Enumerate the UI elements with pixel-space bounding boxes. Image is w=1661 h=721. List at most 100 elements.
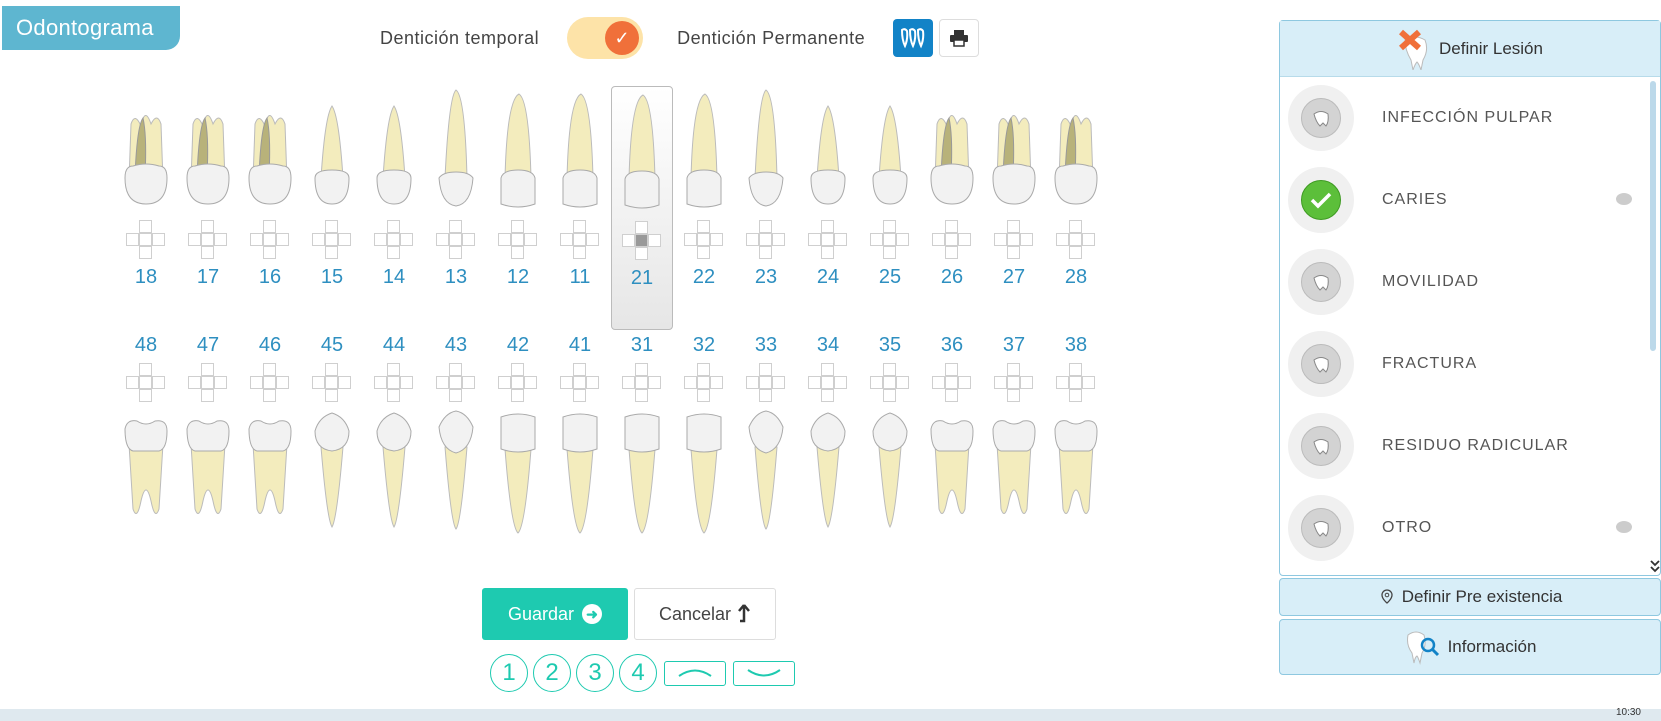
- save-button[interactable]: Guardar ➜: [482, 588, 628, 640]
- tooth-surface-t[interactable]: [945, 363, 958, 376]
- tooth-surface-b[interactable]: [821, 389, 834, 402]
- tooth-surface-t[interactable]: [883, 363, 896, 376]
- tooth-21[interactable]: 21: [611, 86, 673, 330]
- tooth-surface-selector[interactable]: [436, 220, 476, 260]
- tooth-surface-l[interactable]: [498, 376, 511, 389]
- tooth-surface-b[interactable]: [325, 246, 338, 259]
- tooth-surface-t[interactable]: [511, 363, 524, 376]
- tooth-surface-t[interactable]: [697, 220, 710, 233]
- tooth-surface-r[interactable]: [834, 233, 847, 246]
- tooth-surface-r[interactable]: [524, 233, 537, 246]
- tooth-surface-r[interactable]: [524, 376, 537, 389]
- tooth-41[interactable]: 41: [549, 334, 611, 554]
- tooth-surface-c[interactable]: [1069, 376, 1082, 389]
- tooth-surface-t[interactable]: [263, 363, 276, 376]
- tooth-surface-b[interactable]: [697, 246, 710, 259]
- tooth-surface-selector[interactable]: [498, 363, 538, 403]
- tooth-surface-b[interactable]: [573, 389, 586, 402]
- tooth-surface-c[interactable]: [449, 376, 462, 389]
- quadrant-1-button[interactable]: 1: [490, 654, 528, 692]
- tooth-27[interactable]: 27: [983, 86, 1045, 330]
- tooth-surface-t[interactable]: [139, 363, 152, 376]
- upper-arch-button[interactable]: [664, 660, 726, 686]
- tooth-surface-b[interactable]: [449, 246, 462, 259]
- tooth-surface-t[interactable]: [201, 363, 214, 376]
- tooth-surface-r[interactable]: [214, 233, 227, 246]
- tooth-surface-selector[interactable]: [622, 363, 662, 403]
- tooth-31[interactable]: 31: [611, 334, 673, 554]
- tooth-surface-l[interactable]: [374, 376, 387, 389]
- tooth-surface-r[interactable]: [896, 376, 909, 389]
- tooth-surface-r[interactable]: [958, 376, 971, 389]
- tooth-surface-l[interactable]: [870, 233, 883, 246]
- tooth-surface-b[interactable]: [635, 389, 648, 402]
- tooth-surface-selector[interactable]: [374, 220, 414, 260]
- tooth-surface-l[interactable]: [994, 376, 1007, 389]
- tooth-surface-t[interactable]: [387, 220, 400, 233]
- tooth-surface-r[interactable]: [462, 233, 475, 246]
- tooth-surface-l[interactable]: [188, 376, 201, 389]
- tooth-surface-l[interactable]: [746, 376, 759, 389]
- chevron-down-icon[interactable]: [1650, 559, 1660, 573]
- quadrant-4-button[interactable]: 4: [619, 654, 657, 692]
- tooth-surface-t[interactable]: [1069, 363, 1082, 376]
- tooth-surface-selector[interactable]: [932, 363, 972, 403]
- tooth-surface-c[interactable]: [511, 376, 524, 389]
- tooth-surface-selector[interactable]: [250, 363, 290, 403]
- tooth-32[interactable]: 32: [673, 334, 735, 554]
- tooth-surface-t[interactable]: [1007, 363, 1020, 376]
- tooth-surface-selector[interactable]: [188, 220, 228, 260]
- tooth-surface-selector[interactable]: [746, 220, 786, 260]
- comment-icon[interactable]: [1616, 193, 1632, 205]
- tooth-surface-r[interactable]: [276, 376, 289, 389]
- tooth-surface-selector[interactable]: [994, 220, 1034, 260]
- tooth-surface-b[interactable]: [945, 389, 958, 402]
- lesion-item[interactable]: RESIDUO RADICULAR: [1280, 405, 1660, 487]
- tooth-surface-c[interactable]: [1069, 233, 1082, 246]
- tooth-26[interactable]: 26: [921, 86, 983, 330]
- tooth-surface-r[interactable]: [400, 233, 413, 246]
- tooth-surface-selector[interactable]: [1056, 363, 1096, 403]
- tooth-surface-c[interactable]: [883, 376, 896, 389]
- tooth-surface-l[interactable]: [126, 376, 139, 389]
- tooth-surface-b[interactable]: [759, 246, 772, 259]
- lesion-item[interactable]: CARIES: [1280, 159, 1660, 241]
- tooth-surface-r[interactable]: [400, 376, 413, 389]
- comment-icon[interactable]: [1616, 521, 1632, 533]
- tooth-surface-b[interactable]: [139, 389, 152, 402]
- tooth-surface-t[interactable]: [759, 363, 772, 376]
- tooth-surface-c[interactable]: [387, 376, 400, 389]
- tooth-surface-l[interactable]: [870, 376, 883, 389]
- tooth-surface-c[interactable]: [449, 233, 462, 246]
- tooth-surface-r[interactable]: [214, 376, 227, 389]
- tooth-surface-c[interactable]: [945, 376, 958, 389]
- tooth-surface-l[interactable]: [436, 233, 449, 246]
- tooth-15[interactable]: 15: [301, 86, 363, 330]
- tooth-surface-t[interactable]: [201, 220, 214, 233]
- lower-arch-button[interactable]: [733, 660, 795, 686]
- tooth-surface-r[interactable]: [1082, 376, 1095, 389]
- tooth-surface-t[interactable]: [449, 363, 462, 376]
- tooth-surface-c[interactable]: [573, 376, 586, 389]
- tooth-surface-selector[interactable]: [684, 220, 724, 260]
- tooth-surface-c[interactable]: [1007, 233, 1020, 246]
- tooth-surface-t[interactable]: [883, 220, 896, 233]
- tooth-surface-t[interactable]: [325, 363, 338, 376]
- tooth-surface-l[interactable]: [746, 233, 759, 246]
- tooth-surface-c[interactable]: [821, 233, 834, 246]
- tooth-surface-c[interactable]: [697, 233, 710, 246]
- tooth-surface-l[interactable]: [250, 233, 263, 246]
- tooth-46[interactable]: 46: [239, 334, 301, 554]
- tooth-surface-selector[interactable]: [126, 363, 166, 403]
- tooth-surface-t[interactable]: [511, 220, 524, 233]
- tooth-surface-selector[interactable]: [560, 363, 600, 403]
- dentition-toggle[interactable]: ✓: [567, 17, 644, 59]
- tooth-surface-l[interactable]: [684, 376, 697, 389]
- tooth-37[interactable]: 37: [983, 334, 1045, 554]
- tooth-surface-b[interactable]: [387, 246, 400, 259]
- tooth-35[interactable]: 35: [859, 334, 921, 554]
- tooth-surface-c[interactable]: [387, 233, 400, 246]
- tooth-surface-t[interactable]: [821, 363, 834, 376]
- tooth-23[interactable]: 23: [735, 86, 797, 330]
- define-pre-existence-button[interactable]: Definir Pre existencia: [1279, 578, 1661, 616]
